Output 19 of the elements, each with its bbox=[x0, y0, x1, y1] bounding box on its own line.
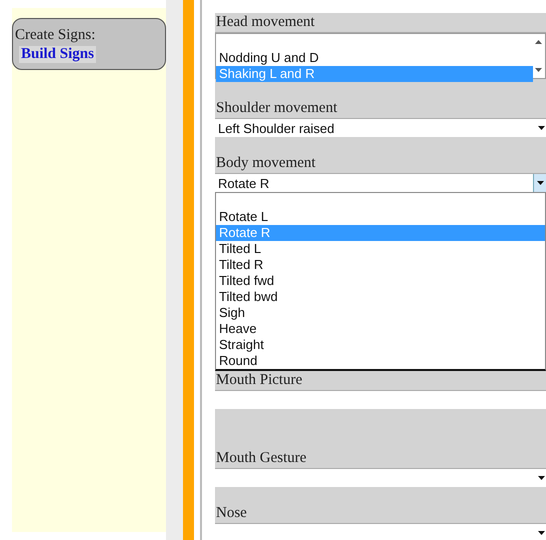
list-box[interactable]: Nodding U and D Shaking L and R bbox=[215, 33, 546, 79]
input-field[interactable] bbox=[215, 391, 546, 409]
dropdown-option[interactable]: Tilted R bbox=[216, 257, 545, 273]
dropdown-option[interactable]: Sigh bbox=[216, 305, 545, 321]
scroll-down-icon[interactable] bbox=[535, 68, 542, 72]
list-option[interactable]: Nodding U and D bbox=[216, 50, 533, 66]
scroll-up-icon[interactable] bbox=[535, 40, 542, 44]
dropdown-option[interactable]: Heave bbox=[216, 321, 545, 337]
dropdown-option[interactable]: Tilted L bbox=[216, 241, 545, 257]
dropdown-field[interactable] bbox=[215, 469, 546, 487]
card-heading: Create Signs: bbox=[15, 27, 96, 44]
dropdown-option[interactable]: Tilted fwd bbox=[216, 273, 545, 289]
dropdown-option[interactable]: Straight bbox=[216, 337, 545, 353]
dropdown-option[interactable]: Rotate L bbox=[216, 209, 545, 225]
dropdown-option[interactable]: Round bbox=[216, 353, 545, 369]
dropdown-option[interactable]: Tilted bwd bbox=[216, 289, 545, 305]
dropdown-field[interactable]: Left Shoulder raised bbox=[215, 119, 546, 137]
build-signs-link[interactable]: Build Signs bbox=[19, 46, 96, 63]
dropdown-field[interactable]: Rotate R bbox=[215, 174, 546, 192]
